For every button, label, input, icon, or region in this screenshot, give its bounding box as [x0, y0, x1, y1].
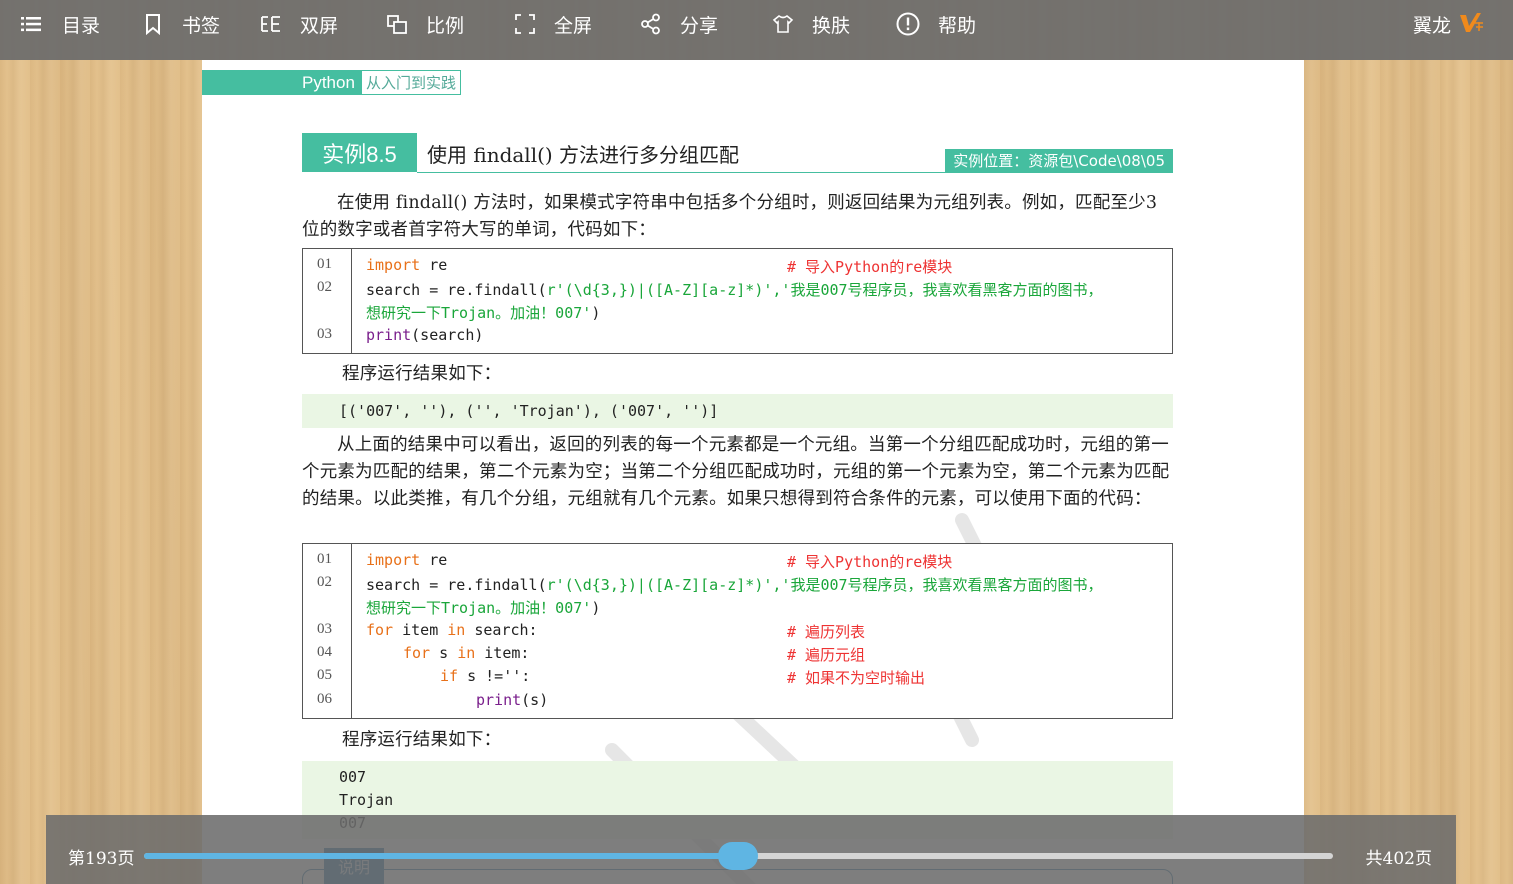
keyword: for [403, 644, 431, 662]
line-number: 02 [317, 279, 332, 295]
code-block-2: 01 import re # 导入Python的re模块 02 search =… [302, 543, 1173, 719]
toolbar-ratio-label: 比例 [426, 14, 465, 37]
line-number: 06 [317, 691, 332, 707]
toolbar-help-label: 帮助 [938, 14, 977, 37]
dual-screen-icon [260, 13, 282, 35]
ratio-icon [386, 13, 408, 35]
code-comment: # 如果不为空时输出 [787, 669, 926, 687]
example-location: 实例位置：资源包\Code\08\05 [945, 149, 1173, 172]
keyword: in [457, 644, 476, 662]
code-text: item: [475, 644, 530, 662]
fullscreen-icon [514, 13, 536, 35]
output-block-1: [('007', ''), ('', 'Trojan'), ('007', ''… [302, 394, 1173, 428]
code-block-1: 01 import re # 导入Python的re模块 02 search =… [302, 248, 1173, 354]
code-comment: # 导入Python的re模块 [787, 553, 953, 571]
toolbar-share-label: 分享 [680, 14, 719, 37]
example-underline [417, 172, 1173, 173]
line-number: 03 [317, 621, 332, 637]
page-slider-fill [144, 853, 739, 859]
share-icon [640, 13, 662, 35]
example-title-bar: 实例8.5 使用 findall() 方法进行多分组匹配 实例位置：资源包\Co… [302, 133, 1173, 173]
toolbar-dual-screen-label: 双屏 [300, 14, 339, 37]
keyword: import [366, 256, 421, 274]
brand-logo-icon [1451, 11, 1485, 37]
brand-name: 翼龙 [1412, 14, 1451, 37]
line-number: 01 [317, 551, 332, 567]
code-text: item [393, 621, 448, 639]
line-number: 04 [317, 644, 332, 660]
header-tag: Python [202, 70, 361, 95]
keyword: for [366, 621, 394, 639]
keyword: if [440, 667, 459, 685]
code-text: re [420, 551, 448, 569]
keyword: import [366, 551, 421, 569]
skin-icon [772, 13, 794, 35]
code-text: s [430, 644, 458, 662]
result-label-1: 程序运行结果如下： [342, 364, 502, 384]
code-string: r'(\d{3,})|([A-Z][a-z]*)','我是007号程序员，我喜欢… [546, 281, 1103, 299]
result-label-2: 程序运行结果如下： [342, 730, 502, 750]
page-navigator: 第193页 共402页 [46, 815, 1456, 884]
line-number: 01 [317, 256, 332, 272]
example-badge: 实例8.5 [302, 133, 417, 172]
total-pages-label: 共402页 [1365, 849, 1432, 869]
toolbar-help-button[interactable]: 帮助 [896, 0, 976, 60]
line-number: 02 [317, 574, 332, 590]
builtin-function: print [476, 691, 522, 709]
paragraph-intro: 在使用 findall() 方法时，如果模式字符串中包括多个分组时，则返回结果为… [302, 193, 1158, 240]
builtin-function: print [366, 326, 412, 344]
example-title: 使用 findall() 方法进行多分组匹配 [427, 143, 740, 167]
output-line: 007 [339, 768, 367, 786]
book-page: Python 从入门到实践 实例8.5 使用 findall() 方法进行多分组… [202, 60, 1304, 884]
toolbar-skin-label: 换肤 [812, 14, 851, 37]
toolbar-dual-screen-button[interactable]: 双屏 [260, 0, 338, 60]
code-text: search: [465, 621, 538, 639]
toolbar-toc-label: 目录 [62, 14, 101, 37]
toolbar-skin-button[interactable]: 换肤 [772, 0, 850, 60]
toolbar-fullscreen-label: 全屏 [554, 14, 593, 37]
output-line: Trojan [339, 791, 394, 809]
keyword: in [447, 621, 466, 639]
current-page-label: 第193页 [68, 849, 135, 869]
code-text: s !='': [458, 667, 531, 685]
code-text: search = re.findall( [366, 281, 547, 299]
code-comment: # 导入Python的re模块 [787, 258, 953, 276]
code-string: 想研究一下Trojan。加油！007' [366, 304, 592, 322]
code-comment: # 遍历列表 [787, 623, 866, 641]
code-comment: # 遍历元组 [787, 646, 866, 664]
help-icon [896, 12, 920, 36]
toolbar-toc-button[interactable]: 目录 [20, 0, 100, 60]
code-text: (s) [521, 691, 549, 709]
code-text: ) [591, 304, 601, 322]
top-toolbar: 目录 书签 双屏 比例 全屏 分享 换肤 帮助 翼龙 [0, 0, 1513, 60]
code-string: r'(\d{3,})|([A-Z][a-z]*)','我是007号程序员，我喜欢… [546, 576, 1103, 594]
code-text: ) [591, 599, 601, 617]
toolbar-ratio-button[interactable]: 比例 [386, 0, 464, 60]
code-text: search = re.findall( [366, 576, 547, 594]
brand: 翼龙 [1413, 0, 1485, 48]
list-icon [20, 13, 42, 35]
code-string: 想研究一下Trojan。加油！007' [366, 599, 592, 617]
line-number: 05 [317, 667, 332, 683]
code-text: re [420, 256, 448, 274]
paragraph-explanation: 从上面的结果中可以看出，返回的列表的每一个元素都是一个元组。当第一个分组匹配成功… [302, 435, 1170, 509]
toolbar-bookmark-button[interactable]: 书签 [142, 0, 220, 60]
toolbar-fullscreen-button[interactable]: 全屏 [514, 0, 592, 60]
header-subtitle: 从入门到实践 [360, 70, 461, 95]
toolbar-share-button[interactable]: 分享 [640, 0, 718, 60]
bookmark-icon [142, 13, 164, 35]
page-slider-thumb[interactable] [718, 842, 759, 870]
toolbar-bookmark-label: 书签 [182, 14, 221, 37]
code-text: (search) [411, 326, 484, 344]
output-line: [('007', ''), ('', 'Trojan'), ('007', ''… [339, 402, 719, 420]
line-number: 03 [317, 326, 332, 342]
page-slider-track[interactable] [144, 842, 1333, 870]
running-header: Python 从入门到实践 [202, 70, 461, 95]
